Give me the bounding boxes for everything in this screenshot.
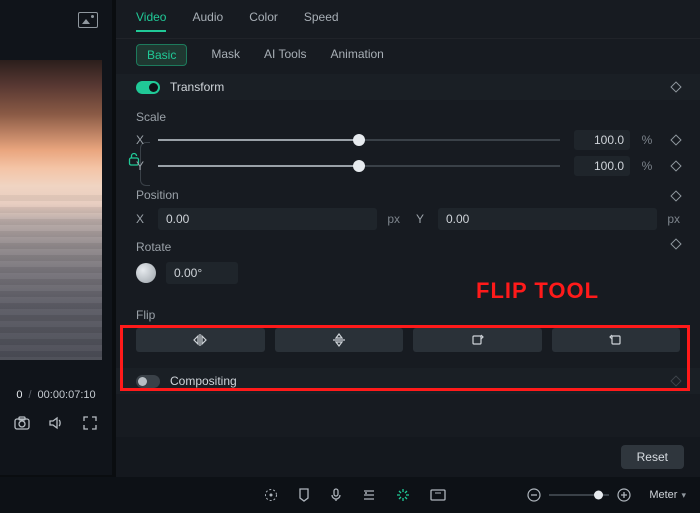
transform-label: Transform: [170, 80, 224, 94]
scale-y-unit: %: [640, 159, 654, 173]
scale-section: Scale X 100.0 % Y 100.0 %: [116, 100, 700, 176]
transform-toggle[interactable]: [136, 81, 160, 94]
tab-audio[interactable]: Audio: [192, 10, 223, 32]
scale-label: Scale: [136, 110, 680, 124]
tab-animation[interactable]: Animation: [330, 47, 383, 66]
zoom-slider[interactable]: [549, 494, 609, 496]
scale-y-axis: Y: [136, 159, 148, 173]
pos-y-value[interactable]: 0.00: [438, 208, 657, 230]
secondary-tabs: Basic Mask AI Tools Animation: [116, 39, 700, 74]
tab-video[interactable]: Video: [136, 10, 166, 32]
voiceover-icon[interactable]: [330, 488, 342, 502]
zoom-in-icon[interactable]: [617, 488, 631, 502]
scale-y-keyframe-icon[interactable]: [670, 160, 681, 171]
flip-label: Flip: [136, 308, 680, 322]
fullscreen-icon[interactable]: [82, 415, 98, 431]
scale-y-value[interactable]: 100.0: [574, 156, 630, 176]
zoom-out-icon[interactable]: [527, 488, 541, 502]
reset-bar: Reset: [116, 437, 700, 477]
tab-speed[interactable]: Speed: [304, 10, 339, 32]
flip-section: Flip: [116, 298, 700, 352]
scale-y-row: Y 100.0 %: [136, 156, 680, 176]
scale-x-unit: %: [640, 133, 654, 147]
rotate-ccw-button[interactable]: [552, 328, 681, 352]
meter-label: Meter: [649, 489, 677, 501]
scale-x-row: X 100.0 %: [136, 130, 680, 150]
tab-mask[interactable]: Mask: [211, 47, 240, 66]
compositing-keyframe-icon[interactable]: [670, 375, 681, 386]
pos-y-unit: px: [667, 212, 680, 226]
scale-x-slider[interactable]: [158, 139, 560, 141]
marker-icon[interactable]: [298, 488, 310, 502]
pos-y-axis: Y: [416, 212, 428, 226]
bottom-toolbar: Meter ▾: [0, 477, 700, 513]
image-icon[interactable]: [78, 12, 98, 28]
chevron-down-icon: ▾: [681, 490, 686, 501]
current-time: 0: [16, 389, 22, 401]
transform-keyframe-icon[interactable]: [670, 81, 681, 92]
position-label: Position: [136, 188, 680, 202]
transform-header[interactable]: Transform: [116, 74, 700, 100]
focus-icon[interactable]: [264, 488, 278, 502]
tab-aitools[interactable]: AI Tools: [264, 47, 306, 66]
position-section: Position X 0.00 px Y 0.00 px: [116, 182, 700, 230]
meter-dropdown[interactable]: Meter ▾: [649, 489, 686, 501]
volume-icon[interactable]: [48, 415, 64, 431]
ratio-icon[interactable]: [430, 489, 446, 501]
pos-x-value[interactable]: 0.00: [158, 208, 377, 230]
snapshot-icon[interactable]: [14, 415, 30, 431]
rotate-knob[interactable]: [136, 263, 156, 283]
track-icon[interactable]: [362, 489, 376, 501]
rotate-cw-button[interactable]: [413, 328, 542, 352]
scale-x-axis: X: [136, 133, 148, 147]
scale-y-slider[interactable]: [158, 165, 560, 167]
flip-horizontal-button[interactable]: [136, 328, 265, 352]
rotate-label: Rotate: [136, 240, 680, 254]
scale-x-keyframe-icon[interactable]: [670, 134, 681, 145]
timecode: 0 / 00:00:07:10: [0, 389, 112, 401]
rotate-value[interactable]: 0.00°: [166, 262, 238, 284]
compositing-header[interactable]: Compositing: [116, 368, 700, 394]
reset-button[interactable]: Reset: [621, 445, 684, 469]
auto-icon[interactable]: [396, 488, 410, 502]
preview-thumbnail[interactable]: [0, 60, 102, 360]
rotate-section: Rotate 0.00°: [116, 230, 700, 284]
scale-x-value[interactable]: 100.0: [574, 130, 630, 150]
compositing-toggle[interactable]: [136, 375, 160, 388]
properties-panel: Video Audio Color Speed Basic Mask AI To…: [116, 0, 700, 477]
pos-x-unit: px: [387, 212, 400, 226]
preview-pane: 0 / 00:00:07:10: [0, 0, 112, 475]
total-time: 00:00:07:10: [38, 389, 96, 401]
time-sep: /: [28, 389, 31, 401]
zoom-control: [527, 488, 631, 502]
tab-color[interactable]: Color: [249, 10, 278, 32]
tab-basic[interactable]: Basic: [136, 44, 187, 66]
pos-x-axis: X: [136, 212, 148, 226]
compositing-label: Compositing: [170, 374, 237, 388]
primary-tabs: Video Audio Color Speed: [116, 0, 700, 39]
flip-vertical-button[interactable]: [275, 328, 404, 352]
